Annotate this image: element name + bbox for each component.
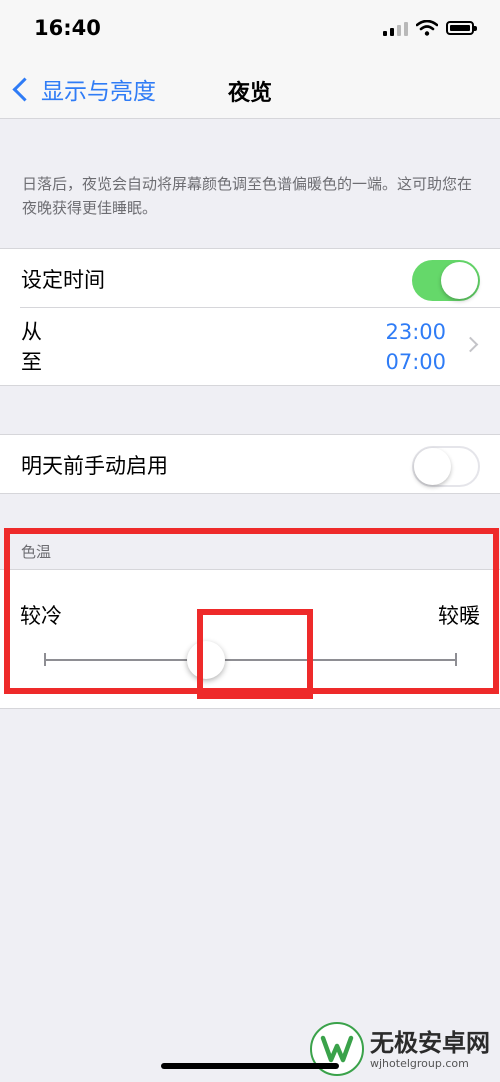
manual-label: 明天前手动启用 xyxy=(21,454,168,478)
toggle-knob xyxy=(414,448,451,485)
battery-icon xyxy=(446,21,477,35)
from-time: 23:00 xyxy=(385,320,446,344)
page-title: 夜览 xyxy=(227,81,272,106)
manual-toggle[interactable] xyxy=(412,446,480,487)
highlight-box-thumb xyxy=(197,609,313,699)
schedule-toggle[interactable] xyxy=(412,260,480,301)
schedule-label: 设定时间 xyxy=(21,268,105,292)
watermark-brand: 无极安卓网 xyxy=(370,1028,490,1057)
signal-icon xyxy=(383,20,408,36)
time-values: 23:00 07:00 xyxy=(385,317,446,377)
watermark-url: wjhotelgroup.com xyxy=(370,1056,469,1070)
status-icons xyxy=(383,20,477,36)
toggle-knob xyxy=(441,262,478,299)
schedule-row: 设定时间 xyxy=(0,249,500,307)
to-label: 至 xyxy=(21,350,42,374)
from-label: 从 xyxy=(21,320,42,344)
wifi-icon xyxy=(416,20,438,36)
manual-group: 明天前手动启用 xyxy=(0,434,500,494)
status-time: 16:40 xyxy=(34,16,101,40)
home-indicator[interactable] xyxy=(161,1063,339,1069)
chevron-right-icon xyxy=(462,336,479,353)
time-range-row[interactable]: 从 至 23:00 07:00 xyxy=(0,307,500,385)
status-bar: 16:40 xyxy=(0,0,500,60)
to-time: 07:00 xyxy=(385,350,446,374)
time-labels: 从 至 xyxy=(21,317,42,377)
watermark-text: 无极安卓网 wjhotelgroup.com xyxy=(370,1029,490,1070)
schedule-group: 设定时间 从 至 23:00 07:00 xyxy=(0,248,500,386)
nav-bar: 显示与亮度 夜览 xyxy=(0,60,500,119)
description-text: 日落后，夜览会自动将屏幕颜色调至色谱偏暖色的一端。这可助您在夜晚获得更佳睡眠。 xyxy=(22,175,473,217)
manual-row: 明天前手动启用 xyxy=(0,435,500,493)
